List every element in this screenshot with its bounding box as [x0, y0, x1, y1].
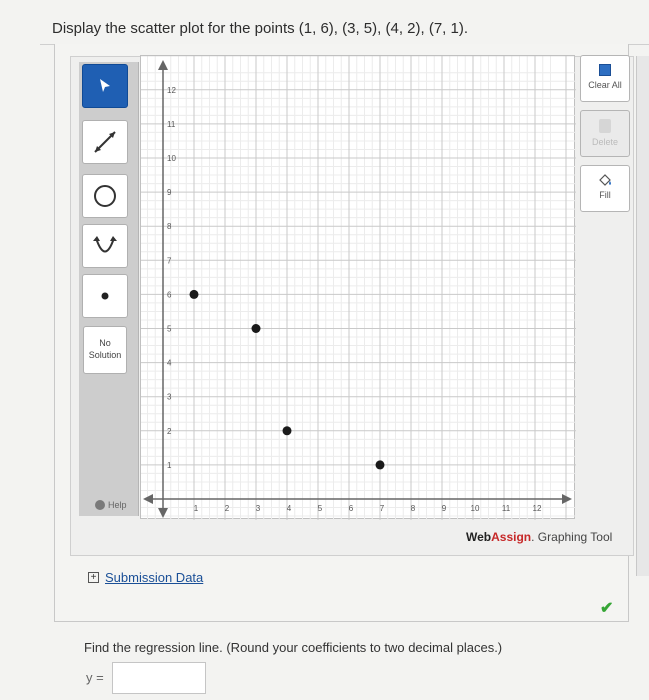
no-solution-line1: No [99, 338, 111, 348]
no-solution-line2: Solution [88, 350, 122, 360]
x-tick-label: 11 [502, 504, 511, 513]
pointer-tool-button[interactable] [82, 64, 128, 108]
expand-icon: + [88, 572, 99, 583]
data-point[interactable] [282, 426, 292, 436]
x-tick-label: 8 [411, 504, 416, 513]
regression-prompt: Find the regression line. (Round your co… [84, 640, 503, 655]
data-point[interactable] [251, 324, 261, 333]
page: Display the scatter plot for the points … [0, 0, 649, 700]
delete-label: Delete [591, 137, 618, 147]
y-tick-label: 8 [167, 222, 172, 231]
scrollbar-edge[interactable] [636, 56, 649, 576]
no-solution-button[interactable]: No Solution [83, 326, 127, 374]
clear-all-button[interactable]: Clear All [580, 55, 630, 102]
x-tick-label: 5 [318, 504, 323, 513]
x-tick-label: 2 [225, 504, 230, 513]
help-label: Help [108, 500, 127, 510]
brand-web: Web [466, 530, 492, 544]
help-link[interactable]: Help [95, 500, 127, 510]
trash-icon [599, 119, 611, 133]
data-point[interactable] [375, 460, 385, 470]
y-tick-label: 10 [167, 154, 176, 163]
x-tick-label: 12 [533, 504, 542, 513]
x-tick-label: 7 [380, 504, 385, 513]
help-icon [95, 500, 105, 510]
x-tick-label: 3 [256, 504, 261, 513]
x-tick-label: 1 [194, 504, 199, 513]
y-tick-label: 6 [167, 290, 172, 299]
submission-data-link[interactable]: Submission Data [105, 570, 203, 585]
y-tick-label: 1 [167, 461, 172, 470]
regression-answer-input[interactable] [112, 662, 206, 694]
x-axis-arrow-right [562, 494, 572, 504]
graph-canvas[interactable]: 1 2 3 4 5 6 7 8 9 10 11 12 1 2 3 4 5 6 7 8 9 10 11 12 [140, 55, 576, 520]
point-tool-button[interactable] [82, 274, 128, 318]
submission-data-toggle[interactable]: + Submission Data [88, 570, 203, 585]
delete-button[interactable]: Delete [580, 110, 630, 157]
y-tick-label: 3 [167, 393, 172, 402]
correct-check-icon: ✔ [600, 600, 614, 617]
webassign-brand: WebAssign. Graphing Tool [466, 530, 612, 544]
clear-all-label: Clear All [588, 80, 622, 90]
scatter-plot[interactable]: 1 2 3 4 5 6 7 8 9 10 11 12123456789101112 [141, 56, 576, 520]
point-icon [101, 292, 109, 300]
y-tick-label: 9 [167, 188, 172, 197]
y-equals-label: y = [86, 670, 104, 685]
y-axis-arrow-up [158, 60, 168, 70]
pointer-icon [100, 79, 110, 92]
x-tick-label: 10 [471, 504, 480, 513]
parabola-tool-button[interactable] [82, 224, 128, 268]
y-tick-label: 4 [167, 359, 172, 368]
paint-bucket-icon [599, 174, 611, 186]
clear-icon [599, 64, 611, 76]
fill-button[interactable]: Fill [580, 165, 630, 212]
fill-label: Fill [599, 190, 611, 200]
line-tool-button[interactable] [82, 120, 128, 164]
circle-icon [94, 185, 116, 207]
y-tick-label: 2 [167, 427, 172, 436]
circle-tool-button[interactable] [82, 174, 128, 218]
y-tick-label: 7 [167, 256, 172, 265]
y-tick-label: 5 [167, 325, 172, 334]
data-point[interactable] [189, 289, 199, 299]
y-tick-label: 12 [167, 86, 176, 95]
x-tick-label: 6 [349, 504, 354, 513]
question-text: Display the scatter plot for the points … [52, 20, 469, 37]
x-tick-label: 9 [442, 504, 447, 513]
y-tick-label: 11 [167, 120, 176, 129]
line-icon [94, 131, 116, 153]
x-tick-label: 4 [287, 504, 292, 513]
brand-assign: Assign [491, 530, 532, 544]
parabola-icon [93, 236, 117, 253]
brand-suffix: . Graphing Tool [531, 530, 613, 544]
